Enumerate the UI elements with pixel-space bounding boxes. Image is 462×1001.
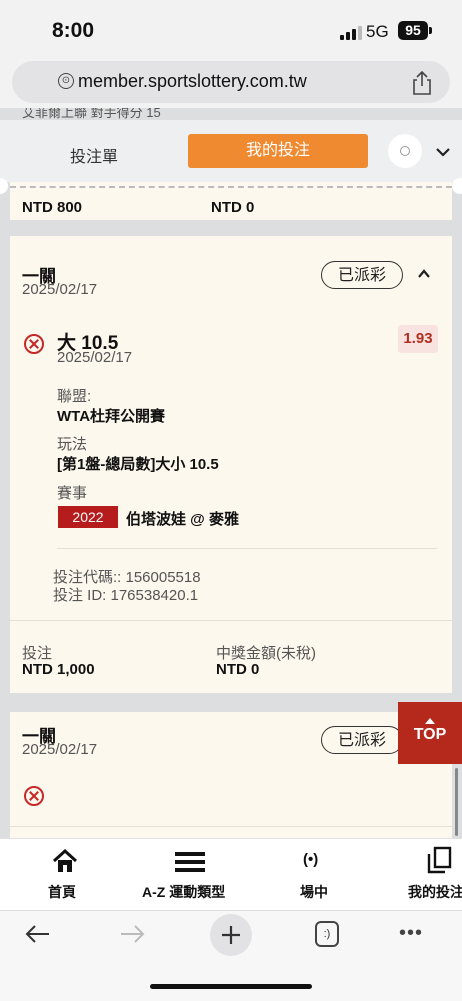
url-text[interactable]: member.sportslottery.com.tw <box>78 71 307 92</box>
selection-date: 2025/02/17 <box>57 349 133 366</box>
top-label: TOP <box>413 726 447 743</box>
nav-home-label[interactable]: 首頁 <box>48 882 76 902</box>
event-year-badge: 2022 <box>58 506 118 528</box>
status-badge: 已派彩 <box>321 726 403 754</box>
plus-icon <box>222 926 240 944</box>
signal-icon <box>340 26 362 40</box>
divider <box>10 826 452 827</box>
menu-icon[interactable] <box>175 851 205 873</box>
scrolled-header-peek: 艾菲爾上聯 對手得分 15 <box>22 108 161 120</box>
odds-badge: 1.93 <box>398 325 438 353</box>
market-value: [第1盤-總局數]大小 10.5 <box>57 456 219 473</box>
caret-up-icon <box>425 718 435 724</box>
event-label: 賽事 <box>57 485 88 502</box>
nav-sports-label[interactable]: A-Z 運動類型 <box>142 882 225 902</box>
stake-label: 投注 <box>22 645 53 662</box>
status-badge: 已派彩 <box>321 261 403 289</box>
bet-date: 2025/02/17 <box>22 281 98 298</box>
battery-tip <box>429 27 432 34</box>
more-icon[interactable]: ••• <box>399 922 423 945</box>
tab-betslip[interactable]: 投注單 <box>70 143 118 167</box>
nav-live-label[interactable]: 場中 <box>300 882 328 902</box>
chevron-up-icon[interactable] <box>416 266 432 282</box>
tab-my-bets[interactable]: 我的投注 <box>188 134 368 168</box>
summary-stake: NTD 800 <box>22 199 83 216</box>
home-icon[interactable] <box>52 849 78 873</box>
bet-id: 投注 ID: 176538420.1 <box>53 587 199 604</box>
ticket-notch-right <box>452 178 462 194</box>
settings-button[interactable] <box>388 134 422 168</box>
live-icon[interactable]: (•) <box>303 851 318 868</box>
lost-icon <box>24 786 44 806</box>
payout-label: 中獎金額(未稅) <box>216 645 316 662</box>
bet-date: 2025/02/17 <box>22 741 98 758</box>
payout-value: NTD 0 <box>216 661 260 678</box>
scrollbar[interactable] <box>455 768 458 836</box>
divider <box>57 548 437 549</box>
share-icon[interactable] <box>410 70 434 96</box>
stake-value: NTD 1,000 <box>22 661 95 678</box>
gear-icon <box>400 146 410 156</box>
scroll-top-button[interactable]: TOP <box>398 702 462 764</box>
forward-icon[interactable] <box>120 924 146 944</box>
network-type: 5G <box>366 22 389 41</box>
dashed-divider <box>10 186 452 188</box>
tabs-icon[interactable]: :) <box>315 921 339 947</box>
chevron-down-icon[interactable] <box>434 143 452 161</box>
battery-icon: 95 <box>398 21 428 40</box>
lost-icon <box>24 334 44 354</box>
summary-payout: NTD 0 <box>211 199 255 216</box>
status-time: 8:00 <box>52 19 95 42</box>
new-tab-button[interactable] <box>210 914 252 956</box>
league-label: 聯盟: <box>57 388 92 405</box>
market-label: 玩法 <box>57 436 88 453</box>
league-value: WTA杜拜公開賽 <box>57 408 166 425</box>
event-name: 伯塔波娃 @ 麥雅 <box>126 511 239 528</box>
divider <box>10 620 452 621</box>
site-info-icon[interactable]: ⊙ <box>58 73 74 89</box>
nav-mybets-label[interactable]: 我的投注 <box>408 882 462 902</box>
back-icon[interactable] <box>24 924 50 944</box>
home-indicator <box>150 984 312 989</box>
copy-icon[interactable] <box>427 846 453 874</box>
